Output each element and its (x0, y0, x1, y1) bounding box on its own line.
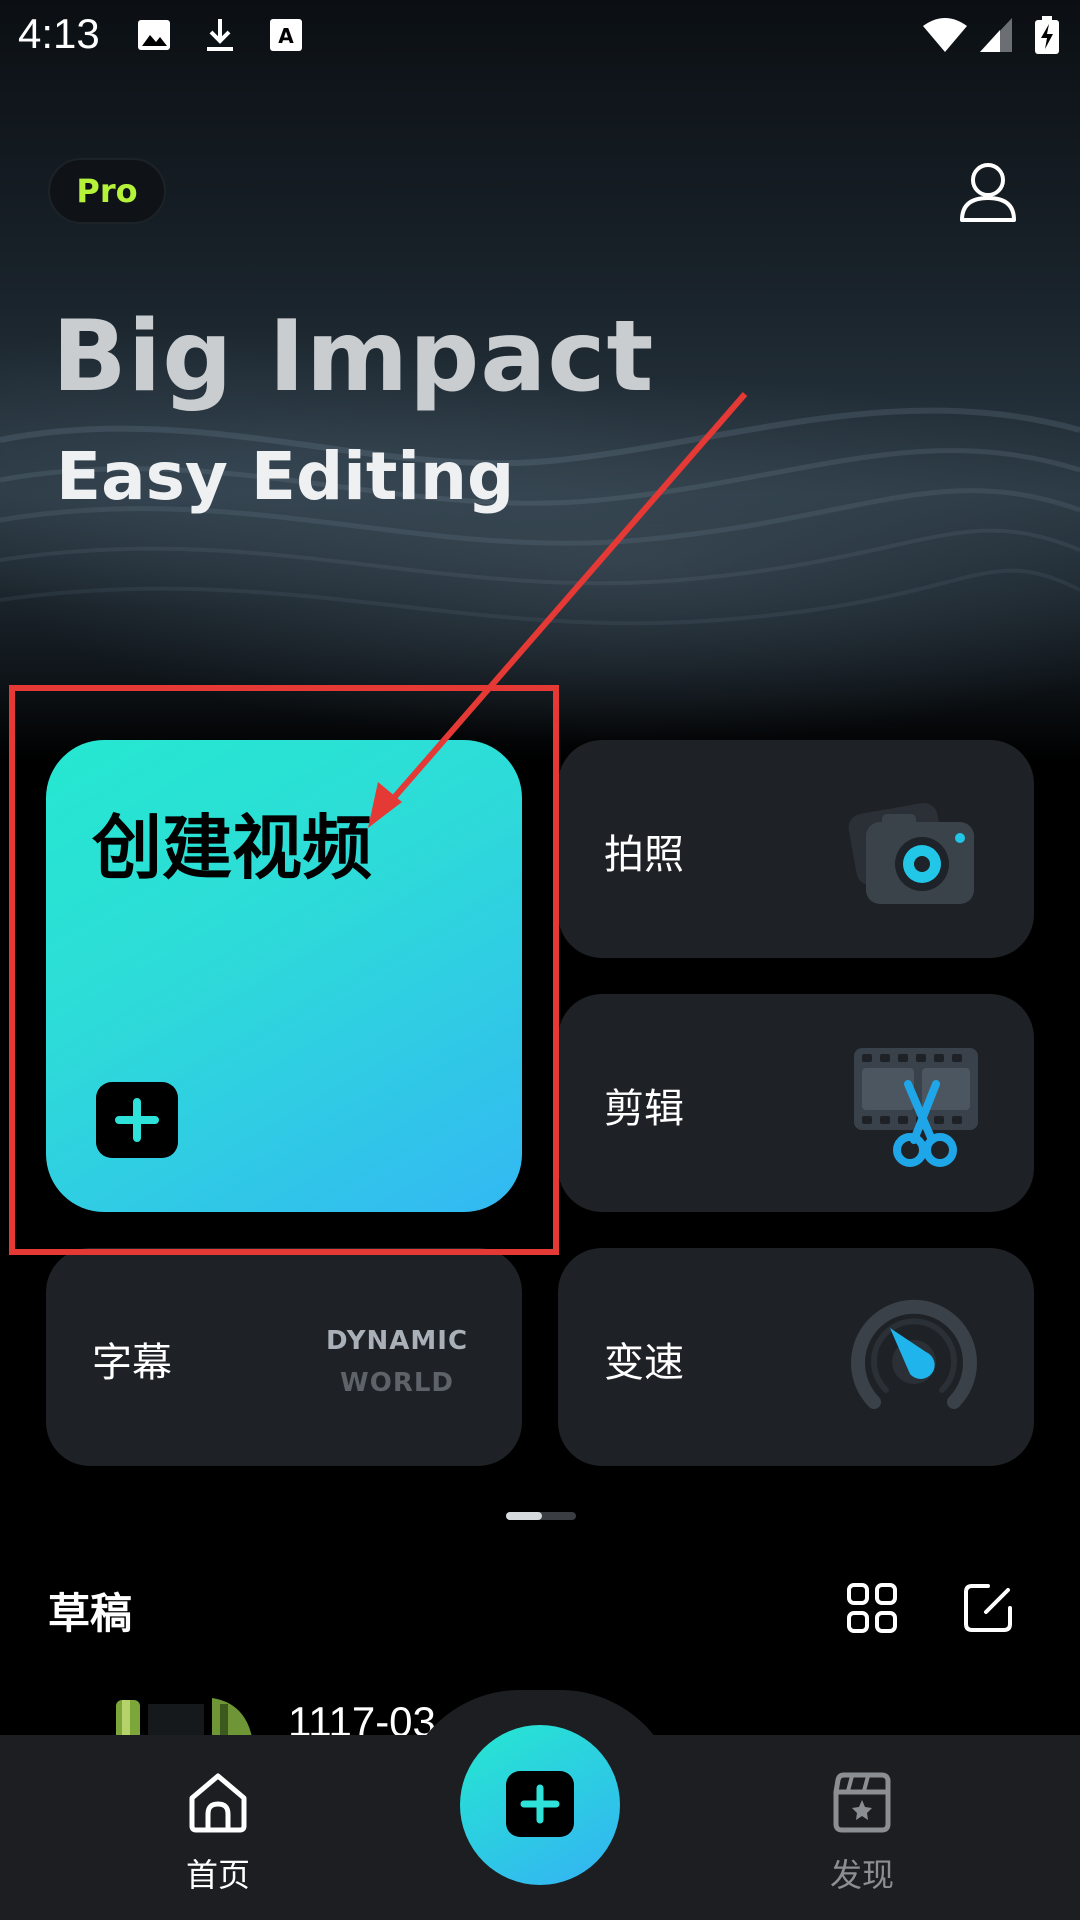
edit-card[interactable]: 剪辑 (558, 994, 1034, 1212)
create-video-card[interactable]: 创建视频 (46, 740, 522, 1212)
image-icon (138, 20, 170, 50)
wifi-icon (923, 18, 967, 52)
clapperboard-star-icon (833, 1772, 891, 1833)
speed-label: 变速 (604, 1340, 684, 1386)
nav-home-label: 首页 (185, 1856, 250, 1894)
speedometer-icon (851, 1299, 977, 1409)
edit-label: 剪辑 (604, 1086, 684, 1132)
subtitle-card[interactable]: 字幕 DYNAMIC WORLD (46, 1248, 522, 1466)
drafts-title: 草稿 (48, 1589, 133, 1638)
status-time: 4:13 (18, 10, 100, 57)
subtitle-art: DYNAMIC WORLD (326, 1320, 468, 1404)
font-icon: A (270, 19, 302, 51)
nav-discover-label: 发现 (829, 1856, 894, 1894)
page-indicator (506, 1512, 576, 1520)
subtitle-label: 字幕 (92, 1340, 172, 1386)
battery-charging-icon (1035, 16, 1059, 54)
edit-icon[interactable] (960, 1580, 1016, 1636)
camera-icon (848, 802, 974, 904)
film-scissors-icon (854, 1048, 978, 1167)
status-bar: 4:13 A (0, 0, 1080, 72)
grid-view-icon[interactable] (846, 1582, 898, 1634)
download-icon (207, 19, 233, 51)
subtitle-art-line2: WORLD (340, 1368, 454, 1398)
signal-icon (980, 18, 1012, 52)
home-icon (189, 1773, 247, 1833)
photo-card[interactable]: 拍照 (558, 740, 1034, 958)
speed-card[interactable]: 变速 (558, 1248, 1034, 1466)
hero-headline: Big Impact (52, 300, 655, 414)
page-indicator-active (506, 1512, 542, 1520)
pro-badge[interactable]: Pro (48, 158, 166, 224)
create-video-label: 创建视频 (92, 807, 372, 889)
plus-icon (506, 1771, 574, 1837)
user-icon[interactable] (958, 160, 1018, 224)
hero-subheadline: Easy Editing (56, 438, 515, 515)
svg-text:A: A (278, 24, 294, 48)
subtitle-art-line1: DYNAMIC (326, 1326, 469, 1356)
nav-home[interactable]: 首页 (158, 1770, 278, 1894)
create-fab-button[interactable] (460, 1725, 620, 1885)
photo-label: 拍照 (604, 832, 684, 878)
nav-discover[interactable]: 发现 (802, 1770, 922, 1894)
plus-icon (96, 1082, 178, 1158)
